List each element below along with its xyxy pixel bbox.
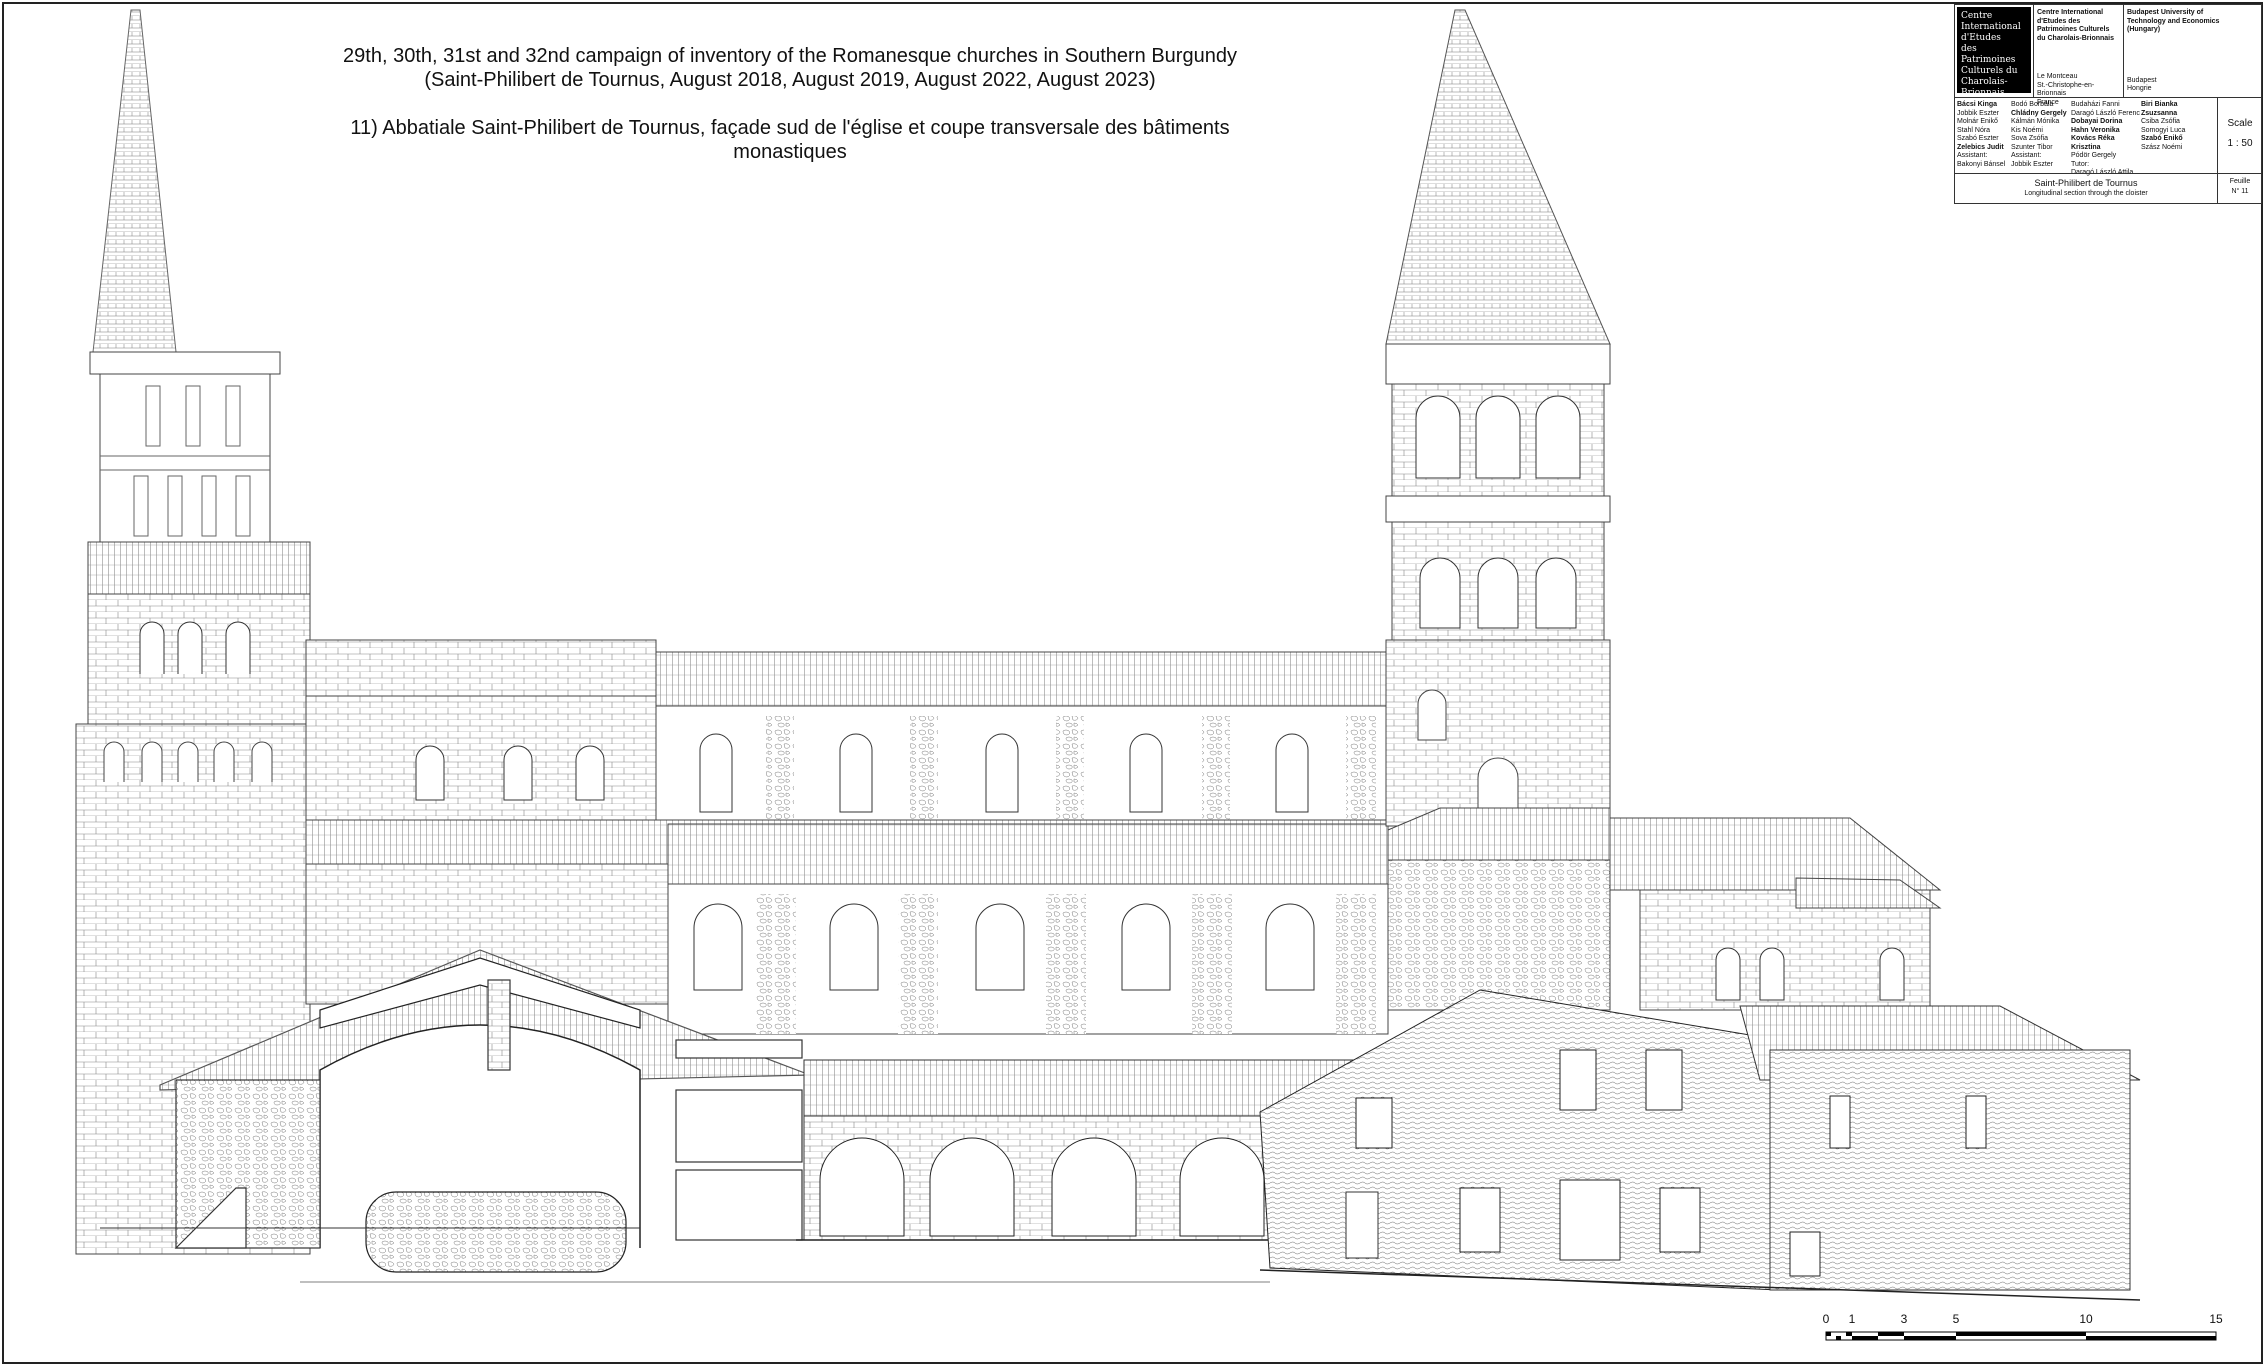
institution2: Budapest University of Technology and Ec… xyxy=(2127,9,2220,92)
title-block: Centre International d'Etudes des Patrim… xyxy=(1954,4,2262,204)
drawing-title-box: Saint-Philibert de Tournus Longitudinal … xyxy=(2024,178,2148,197)
sheet-box: Feuille N° 11 xyxy=(2229,178,2251,195)
team-column-2: Bodó Borbála Chládny Gergely Kálmán Móni… xyxy=(2011,101,2067,168)
crossing-tower xyxy=(1385,9,1611,827)
nave-clerestory xyxy=(305,639,1389,885)
institution1: Centre International d'Etudes des Patrim… xyxy=(2037,9,2115,106)
transept-and-apse xyxy=(1387,807,1942,1011)
graphic-scale-bar: 0 1 3 5 10 15 xyxy=(1822,1310,2223,1350)
monastic-building-east xyxy=(1259,989,2141,1301)
team-column-3: Budaházi Fanni Daragó László Ferenc Doba… xyxy=(2071,101,2140,176)
scale-bar-graphic xyxy=(1825,1331,2217,1341)
scale-box: Scale 1 : 50 xyxy=(2227,118,2253,149)
institution-logo: Centre International d'Etudes des Patrim… xyxy=(1957,7,2031,98)
team-column-4: Biri Bianka Zsuzsanna Csiba Zsófia Somog… xyxy=(2141,101,2186,151)
elevation-drawing xyxy=(75,9,2141,1301)
team-column-1: Bácsi Kinga Jobbik Eszter Molnár Enikő S… xyxy=(1957,101,2006,168)
